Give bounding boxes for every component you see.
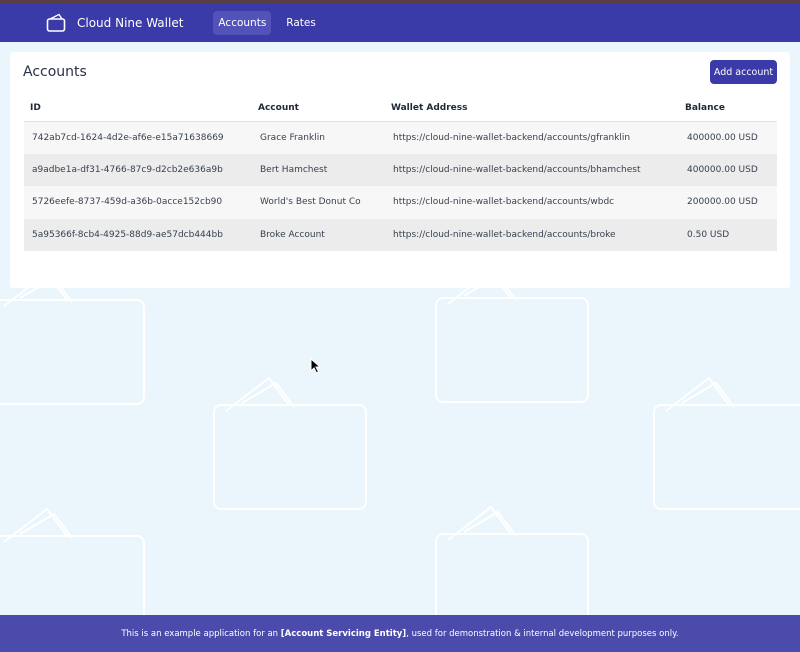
footer-entity: [Account Servicing Entity] xyxy=(280,628,407,639)
column-header-account: Account xyxy=(252,96,385,122)
table-row[interactable]: 5726eefe-8737-459d-a36b-0acce152cb90 Wor… xyxy=(24,186,777,219)
cell-account: World's Best Donut Co xyxy=(252,186,385,219)
add-account-button[interactable]: Add account xyxy=(710,60,777,84)
nav-rates[interactable]: Rates xyxy=(281,11,321,35)
table-row[interactable]: a9adbe1a-df31-4766-87c9-d2cb2e636a9b Ber… xyxy=(24,153,777,186)
table-row[interactable]: 742ab7cd-1624-4d2e-af6e-e15a71638669 Gra… xyxy=(24,121,777,154)
app-name: Cloud Nine Wallet xyxy=(77,15,184,30)
table-row[interactable]: 5a95366f-8cb4-4925-88d9-ae57dcb444bb Bro… xyxy=(24,218,777,251)
footer: This is an example application for an [A… xyxy=(0,615,800,652)
window-top-border xyxy=(0,0,800,3)
accounts-card: Accounts Add account ID Account Wallet A… xyxy=(10,52,790,288)
cell-id: 5a95366f-8cb4-4925-88d9-ae57dcb444bb xyxy=(24,218,252,251)
cell-wallet-address: https://cloud-nine-wallet-backend/accoun… xyxy=(385,153,679,186)
cell-id: 5726eefe-8737-459d-a36b-0acce152cb90 xyxy=(24,186,252,219)
table-header-row: ID Account Wallet Address Balance xyxy=(24,96,777,122)
top-navbar: Cloud Nine Wallet Accounts Rates xyxy=(0,3,800,42)
footer-text-prefix: This is an example application for an xyxy=(121,628,281,639)
page-title: Accounts xyxy=(23,64,87,80)
nav-accounts[interactable]: Accounts xyxy=(213,10,272,35)
cell-balance: 200000.00 USD xyxy=(679,186,777,219)
cell-account: Broke Account xyxy=(252,218,385,251)
cell-account: Grace Franklin xyxy=(252,121,385,154)
accounts-table: ID Account Wallet Address Balance 742ab7… xyxy=(24,96,777,251)
cell-id: 742ab7cd-1624-4d2e-af6e-e15a71638669 xyxy=(24,121,252,154)
cell-account: Bert Hamchest xyxy=(252,153,385,186)
column-header-balance: Balance xyxy=(679,96,777,122)
nav-links: Accounts Rates xyxy=(213,10,330,35)
footer-text-suffix: , used for demonstration & internal deve… xyxy=(406,628,679,639)
column-header-id: ID xyxy=(24,96,252,122)
brand[interactable]: Cloud Nine Wallet xyxy=(46,13,183,33)
cell-wallet-address: https://cloud-nine-wallet-backend/accoun… xyxy=(385,218,679,251)
cell-balance: 400000.00 USD xyxy=(679,121,777,154)
wallet-icon xyxy=(46,13,66,33)
cell-wallet-address: https://cloud-nine-wallet-backend/accoun… xyxy=(385,186,679,219)
cell-id: a9adbe1a-df31-4766-87c9-d2cb2e636a9b xyxy=(24,153,252,186)
cell-balance: 400000.00 USD xyxy=(679,153,777,186)
mouse-pointer-icon xyxy=(310,358,322,374)
column-header-wallet-address: Wallet Address xyxy=(385,96,679,122)
cell-balance: 0.50 USD xyxy=(679,218,777,251)
footer-disclaimer: This is an example application for an [A… xyxy=(121,629,678,639)
cell-wallet-address: https://cloud-nine-wallet-backend/accoun… xyxy=(385,121,679,154)
